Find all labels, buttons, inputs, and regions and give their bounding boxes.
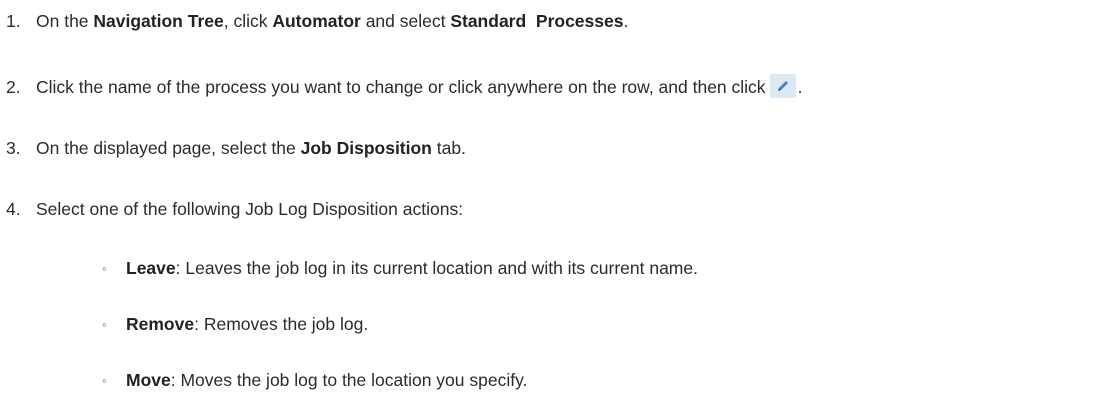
option-remove: ◦ Remove: Removes the job log. [102, 312, 368, 337]
step-number: 2. [6, 77, 21, 97]
step-number: 4. [6, 199, 21, 219]
option-term: Move [126, 370, 171, 390]
pencil-edit-icon[interactable] [769, 74, 796, 98]
step-2: 2. Click the name of the process you want… [6, 74, 802, 99]
standard-processes-term: Standard Processes [450, 11, 624, 31]
navigation-tree-term: Navigation Tree [93, 11, 224, 31]
option-term: Remove [126, 314, 195, 334]
bullet: ◦ [102, 373, 107, 388]
step-1: 1. On the Navigation Tree, click Automato… [6, 11, 629, 31]
job-disposition-term: Job Disposition [300, 138, 432, 158]
bullet: ◦ [102, 317, 107, 332]
step-3: 3. On the displayed page, select the Job … [6, 138, 466, 158]
step-4: 4. Select one of the following Job Log Di… [6, 199, 464, 219]
option-move: ◦ Move: Moves the job log to the location… [102, 368, 527, 393]
step-number: 3. [6, 138, 21, 158]
bullet: ◦ [102, 261, 107, 276]
automator-term: Automator [272, 11, 361, 31]
option-leave: ◦ Leave: Leaves the job log in its curren… [102, 256, 698, 281]
step-number: 1. [6, 11, 21, 31]
option-term: Leave [126, 258, 176, 278]
